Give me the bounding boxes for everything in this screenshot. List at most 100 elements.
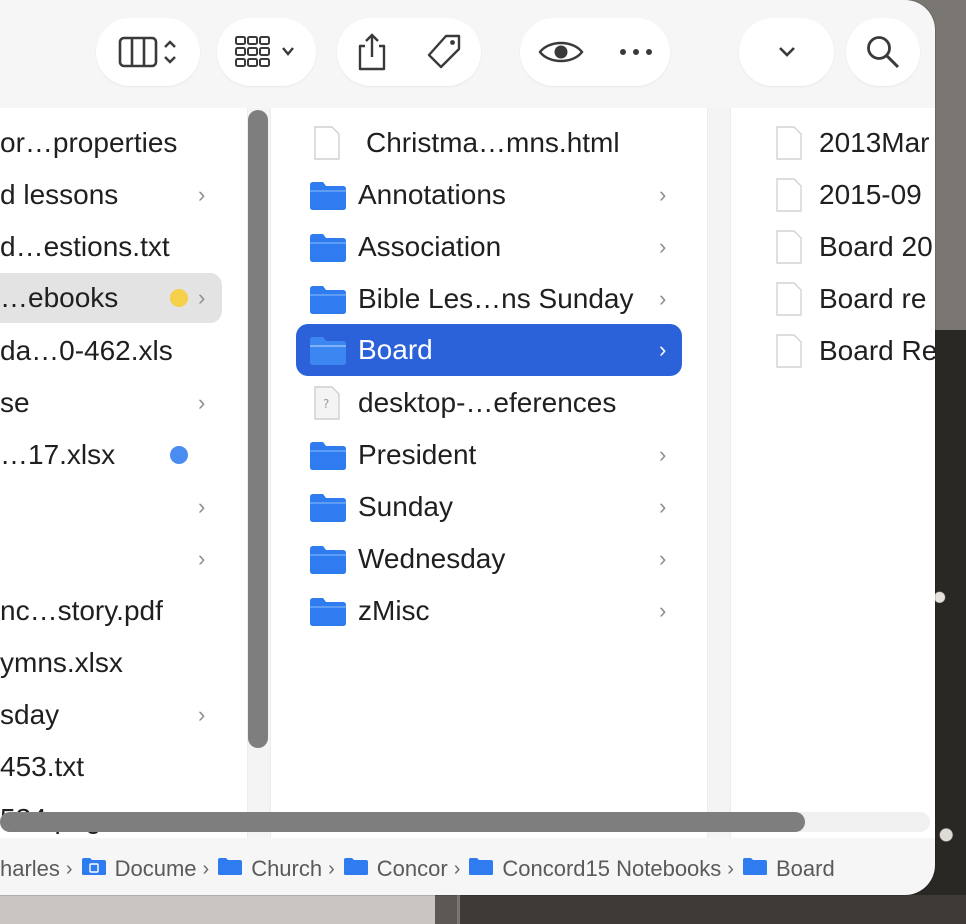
share-tag-group <box>337 18 481 86</box>
share-icon[interactable] <box>355 32 389 72</box>
item-label: …ebooks <box>0 282 119 313</box>
view-columns-button[interactable] <box>96 18 200 86</box>
path-crumb[interactable]: Docume › <box>81 856 218 882</box>
list-item-selected[interactable]: Board › <box>296 324 682 376</box>
path-crumb[interactable]: Board <box>742 856 835 882</box>
quicklook-more-group <box>520 18 670 86</box>
list-item[interactable]: Bible Les…ns Sunday › <box>296 274 682 324</box>
item-label: Bible Les…ns Sunday <box>358 283 634 314</box>
folder-icon <box>308 491 348 530</box>
list-item[interactable]: Association › <box>296 222 682 272</box>
list-item[interactable]: zMisc › <box>296 586 682 636</box>
group-button[interactable] <box>217 18 316 86</box>
item-label: da…0-462.xls <box>0 335 173 366</box>
chevron-right-icon: › <box>198 182 206 207</box>
crumb-label: Concor <box>376 856 448 881</box>
list-item[interactable]: Board 20 <box>731 222 935 272</box>
document-icon <box>775 126 803 167</box>
crumb-label: harles <box>0 856 60 881</box>
item-label: 453.txt <box>0 751 85 782</box>
list-item[interactable]: ? desktop-…eferences <box>296 378 682 428</box>
item-label: d…estions.txt <box>0 231 170 262</box>
svg-text:?: ? <box>323 397 329 411</box>
list-item[interactable]: President › <box>296 430 682 480</box>
item-label: 2013Mar <box>819 127 930 158</box>
list-item[interactable]: …17.xlsx <box>0 430 222 480</box>
chevron-right-icon: › <box>659 598 667 623</box>
folder-icon <box>308 439 348 478</box>
folder-icon <box>308 334 348 373</box>
list-item[interactable]: nc…story.pdf <box>0 586 222 636</box>
view-options-button[interactable] <box>739 18 834 86</box>
list-item[interactable]: 2013Mar <box>731 118 935 168</box>
toolbar <box>0 0 935 108</box>
horizontal-scrollbar-thumb[interactable] <box>0 812 805 832</box>
list-item[interactable]: › <box>0 534 222 584</box>
crumb-label: Church <box>251 856 323 881</box>
folder-icon <box>343 856 369 882</box>
ellipsis-icon[interactable] <box>618 47 654 57</box>
path-bar: harles › Docume › Church › Concor › Conc… <box>0 845 935 893</box>
chevron-right-icon: › <box>659 546 667 571</box>
column-notebooks-scrollbar[interactable] <box>707 108 731 838</box>
chevron-right-icon: › <box>659 494 667 519</box>
chevron-right-icon: › <box>65 857 73 880</box>
chevron-right-icon: › <box>727 857 734 880</box>
item-label: d lessons <box>0 179 119 210</box>
search-icon <box>865 34 901 70</box>
folder-icon <box>308 231 348 270</box>
folder-icon <box>308 283 348 322</box>
tag-icon[interactable] <box>424 32 464 72</box>
item-label: se <box>0 387 30 418</box>
finder-window: or…properties d lessons › d…estions.txt … <box>0 0 935 895</box>
list-item-highlighted[interactable]: …ebooks › <box>0 273 222 323</box>
column-parent-scrollbar[interactable] <box>247 108 271 838</box>
list-item[interactable]: d…estions.txt <box>0 222 222 272</box>
crumb-label: Board <box>775 856 835 881</box>
list-item[interactable]: Board Re <box>731 326 935 376</box>
list-item[interactable]: ymns.xlsx <box>0 638 222 688</box>
list-item[interactable]: Sunday › <box>296 482 682 532</box>
grid-group-icon <box>234 35 300 69</box>
html-file-icon <box>313 126 341 167</box>
search-button[interactable] <box>846 18 920 86</box>
item-label: sday <box>0 699 60 730</box>
item-label: ymns.xlsx <box>0 647 123 678</box>
path-crumb[interactable]: Concor › <box>343 856 469 882</box>
item-label: Annotations <box>358 179 506 210</box>
eye-icon[interactable] <box>537 37 585 67</box>
chevron-right-icon: › <box>198 546 206 571</box>
list-item[interactable]: Board re <box>731 274 935 324</box>
chevron-right-icon: › <box>659 234 667 259</box>
chevron-right-icon: › <box>659 337 667 362</box>
scrollbar-thumb[interactable] <box>248 110 268 748</box>
item-label: Board 20 <box>819 231 933 262</box>
list-item[interactable]: Wednesday › <box>296 534 682 584</box>
chevron-right-icon: › <box>659 182 667 207</box>
list-item[interactable]: Annotations › <box>296 170 682 220</box>
list-item[interactable]: 453.txt <box>0 742 222 792</box>
document-icon <box>775 230 803 271</box>
folder-icon <box>308 595 348 634</box>
column-notebooks: Christma…mns.html Annotations › Associat… <box>271 108 707 838</box>
list-item[interactable]: d lessons › <box>0 170 222 220</box>
path-crumb[interactable]: harles › <box>0 856 81 882</box>
yellow-tag-dot <box>170 289 188 307</box>
list-item[interactable]: se › <box>0 378 222 428</box>
chevron-right-icon: › <box>198 390 206 415</box>
item-label: nc…story.pdf <box>0 595 163 626</box>
list-item[interactable]: sday › <box>0 690 222 740</box>
list-item[interactable]: 2015-09 <box>731 170 935 220</box>
path-crumb[interactable]: Concord15 Notebooks › <box>468 856 742 882</box>
folder-icon <box>308 543 348 582</box>
list-item[interactable]: da…0-462.xls <box>0 326 222 376</box>
item-label: or…properties <box>0 127 178 158</box>
list-item[interactable]: › <box>0 482 222 532</box>
chevron-right-icon: › <box>198 494 206 519</box>
chevron-right-icon: › <box>328 857 335 880</box>
list-item[interactable]: Christma…mns.html <box>296 118 682 168</box>
item-label: Christma…mns.html <box>366 127 620 158</box>
path-crumb[interactable]: Church › <box>217 856 343 882</box>
crumb-label: Docume <box>114 856 197 881</box>
list-item[interactable]: or…properties <box>0 118 222 168</box>
